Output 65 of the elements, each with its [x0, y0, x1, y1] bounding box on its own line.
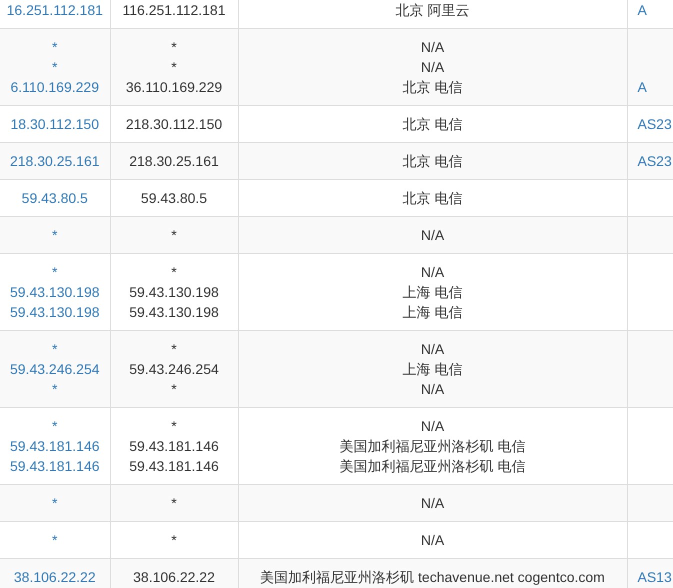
ip-text: 116.251.112.181 — [121, 1, 227, 20]
ip-text: * — [170, 263, 178, 282]
ip-text: 36.110.169.229 — [124, 78, 224, 97]
asn-link[interactable]: AS23 — [638, 153, 672, 169]
ip-text: * — [170, 417, 178, 436]
ip-link[interactable]: * — [0, 57, 110, 77]
ip-link[interactable]: 218.30.25.161 — [0, 151, 110, 171]
ip-link[interactable]: 59.43.181.146 — [0, 436, 110, 456]
ip-link[interactable]: * — [0, 262, 110, 282]
ip-text: 59.43.130.198 — [128, 283, 220, 302]
ip-link[interactable]: 18.30.112.150 — [0, 114, 110, 134]
location-text: 美国加利福尼亚州洛杉矶 techavenue.net cogentco.com — [259, 568, 606, 587]
location-text: 美国加利福尼亚州洛杉矶 电信 — [338, 457, 526, 476]
ip-link[interactable]: 59.43.130.198 — [0, 302, 110, 322]
ip-text: 59.43.130.198 — [128, 303, 220, 322]
location-text: 北京 电信 — [402, 115, 464, 134]
location-text: N/A — [420, 58, 446, 77]
asn-link[interactable]: AS23 — [638, 116, 672, 132]
location-text: N/A — [420, 340, 446, 359]
location-text: N/A — [420, 263, 446, 282]
ip-text: 38.106.22.22 — [132, 568, 216, 587]
location-text: N/A — [420, 226, 446, 245]
ip-text: 59.43.181.146 — [128, 457, 220, 476]
location-text: N/A — [420, 531, 446, 550]
location-text: 上海 电信 — [402, 283, 464, 302]
ip-link[interactable]: 59.43.181.146 — [0, 456, 110, 476]
ip-text: 59.43.80.5 — [140, 189, 208, 208]
ip-link[interactable]: * — [0, 416, 110, 436]
ip-text: 59.43.246.254 — [128, 360, 220, 379]
ip-text: * — [170, 380, 178, 399]
ip-link[interactable]: * — [0, 339, 110, 359]
location-text: 北京 电信 — [402, 78, 464, 97]
location-text: 上海 电信 — [402, 303, 464, 322]
asn-link[interactable]: A — [638, 79, 647, 95]
ip-link[interactable]: 59.43.130.198 — [0, 282, 110, 302]
ip-text: * — [170, 494, 178, 513]
location-text: 上海 电信 — [402, 360, 464, 379]
ip-text: * — [170, 38, 178, 57]
location-text: N/A — [420, 417, 446, 436]
location-text: N/A — [420, 38, 446, 57]
ip-link[interactable]: * — [0, 37, 110, 57]
location-text: 美国加利福尼亚州洛杉矶 电信 — [338, 437, 526, 456]
asn-link[interactable]: A — [638, 2, 647, 18]
ip-link[interactable]: 6.110.169.229 — [0, 77, 110, 97]
ip-link[interactable]: * — [0, 225, 110, 245]
asn-link[interactable]: AS13 — [638, 569, 672, 585]
ip-link[interactable]: * — [0, 530, 110, 550]
ip-link[interactable]: * — [0, 379, 110, 399]
location-text: 北京 电信 — [402, 189, 464, 208]
ip-text: * — [170, 58, 178, 77]
ip-text: 218.30.25.161 — [128, 152, 220, 171]
ip-text: * — [170, 226, 178, 245]
ip-text: 218.30.112.150 — [124, 115, 224, 134]
location-text: 北京 阿里云 — [394, 1, 470, 20]
ip-text: * — [170, 531, 178, 550]
ip-text: 59.43.181.146 — [128, 437, 220, 456]
location-text: N/A — [420, 380, 446, 399]
ip-text: * — [170, 340, 178, 359]
ip-link[interactable]: * — [0, 493, 110, 513]
ip-link[interactable]: 38.106.22.22 — [0, 567, 110, 587]
ip-link[interactable]: 59.43.246.254 — [0, 359, 110, 379]
ip-link[interactable]: 16.251.112.181 — [0, 0, 110, 20]
location-text: N/A — [420, 494, 446, 513]
ip-link[interactable]: 59.43.80.5 — [0, 188, 110, 208]
location-text: 北京 电信 — [402, 152, 464, 171]
